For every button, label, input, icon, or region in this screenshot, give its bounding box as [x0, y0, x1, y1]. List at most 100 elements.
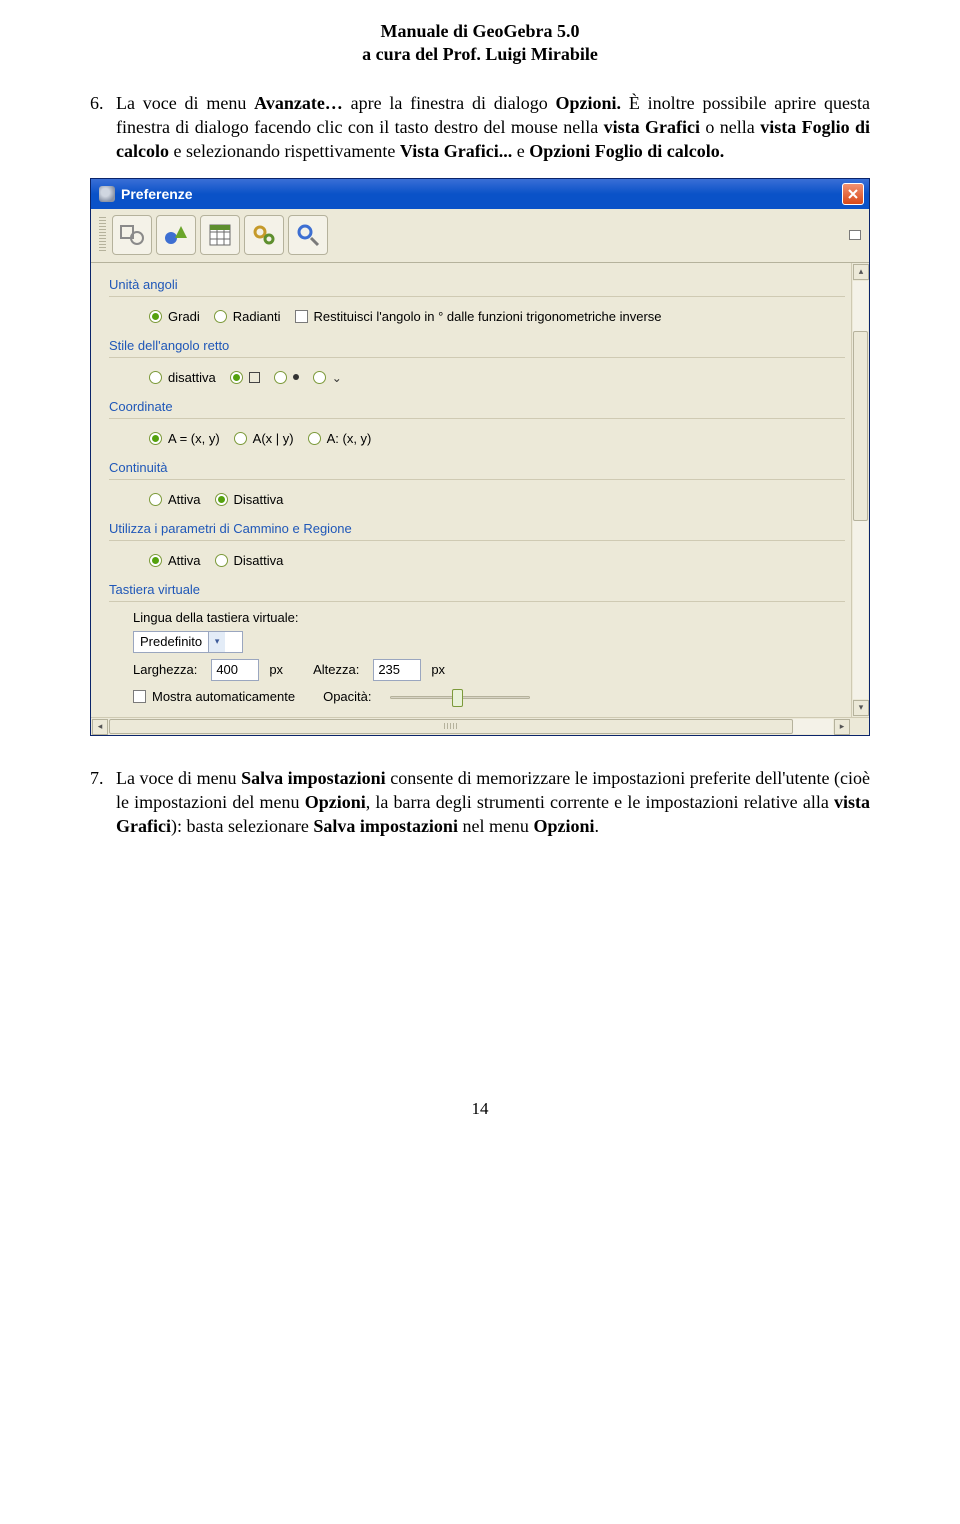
separator: [109, 479, 845, 480]
scroll-right-button[interactable]: ▸: [834, 719, 850, 735]
close-button[interactable]: [842, 183, 864, 205]
toolbar-graphics-button[interactable]: [156, 215, 196, 255]
radio-rightangle-square[interactable]: [230, 371, 260, 384]
unit-px: px: [431, 662, 445, 677]
radio-rightangle-off[interactable]: disattiva: [149, 370, 216, 385]
doc-header: Manuale di GeoGebra 5.0 a cura del Prof.…: [90, 20, 870, 67]
radio-coord-3[interactable]: A: (x, y): [308, 431, 372, 446]
checkbox-return-angle[interactable]: Restituisci l'angolo in ° dalle funzioni…: [295, 309, 662, 324]
radio-label: Attiva: [168, 492, 201, 507]
radio-label: Attiva: [168, 553, 201, 568]
radio-pathregion-on[interactable]: Attiva: [149, 553, 201, 568]
checkbox-icon: [133, 690, 146, 703]
toolbar-handle[interactable]: [99, 217, 106, 253]
section-coordinates: Coordinate: [109, 393, 845, 416]
radio-rightangle-dot[interactable]: [274, 371, 299, 384]
toolbar-objects-button[interactable]: [112, 215, 152, 255]
text: La voce di menu: [116, 768, 241, 788]
section-continuity: Continuità: [109, 454, 845, 477]
horizontal-scrollbar[interactable]: ◂ ▸: [91, 717, 869, 735]
text-bold: Avanzate…: [254, 93, 343, 113]
radio-icon: [149, 371, 162, 384]
section-path-region: Utilizza i parametri di Cammino e Region…: [109, 515, 845, 538]
detach-button[interactable]: [849, 230, 861, 240]
text-bold: Salva impostazioni: [313, 816, 458, 836]
radio-icon: [313, 371, 326, 384]
separator: [109, 540, 845, 541]
toolbar-spreadsheet-button[interactable]: [200, 215, 240, 255]
radio-label: A = (x, y): [168, 431, 220, 446]
content-frame: Unità angoli Gradi Radianti Restituisci …: [91, 263, 869, 735]
radio-coord-1[interactable]: A = (x, y): [149, 431, 220, 446]
titlebar[interactable]: Preferenze: [91, 179, 869, 209]
radio-icon: [215, 493, 228, 506]
radio-label: Disattiva: [234, 553, 284, 568]
separator: [109, 601, 845, 602]
text: , la barra degli strumenti corrente e le…: [366, 792, 834, 812]
checkbox-label: Mostra automaticamente: [152, 689, 295, 704]
vertical-scrollbar[interactable]: ▴ ▾: [851, 263, 869, 717]
radio-rightangle-chev[interactable]: [313, 370, 342, 385]
dot-sample-icon: [293, 374, 299, 380]
select-value: Predefinito: [134, 634, 208, 649]
scroll-left-button[interactable]: ◂: [92, 719, 108, 735]
doc-header-line2: a cura del Prof. Luigi Mirabile: [90, 43, 870, 66]
text-bold: Vista Grafici...: [400, 141, 512, 161]
checkbox-label: Restituisci l'angolo in ° dalle funzioni…: [314, 309, 662, 324]
toolbar-defaults-button[interactable]: [244, 215, 284, 255]
separator: [109, 418, 845, 419]
vkbd-lang-select[interactable]: Predefinito ▾: [133, 631, 243, 653]
radio-label: Disattiva: [234, 492, 284, 507]
separator: [109, 296, 845, 297]
scroll-down-button[interactable]: ▾: [853, 700, 869, 716]
scroll-thumb[interactable]: [109, 719, 793, 734]
window-title: Preferenze: [121, 186, 842, 202]
scroll-track[interactable]: [109, 719, 833, 734]
vkbd-height-input[interactable]: 235: [373, 659, 421, 681]
radio-continuity-on[interactable]: Attiva: [149, 492, 201, 507]
gear-wrench-icon: [295, 222, 321, 248]
radio-radians[interactable]: Radianti: [214, 309, 281, 324]
text: apre la finestra di dialogo: [343, 93, 556, 113]
paragraph-7: 7. La voce di menu Salva impostazioni co…: [90, 766, 870, 839]
square-sample-icon: [249, 372, 260, 383]
text: nel menu: [458, 816, 533, 836]
checkbox-icon: [295, 310, 308, 323]
checkbox-auto-show[interactable]: Mostra automaticamente: [133, 689, 295, 704]
radio-label: A: (x, y): [327, 431, 372, 446]
radio-pathregion-off[interactable]: Disattiva: [215, 553, 284, 568]
slider-thumb[interactable]: [452, 689, 463, 707]
input-value: 235: [378, 662, 400, 677]
section-right-angle: Stile dell'angolo retto: [109, 332, 845, 355]
list-number: 7.: [90, 766, 116, 839]
chevron-sample-icon: [332, 370, 342, 385]
opacity-label: Opacità:: [323, 689, 371, 704]
radio-icon: [234, 432, 247, 445]
text-bold: Opzioni: [533, 816, 594, 836]
radio-coord-2[interactable]: A(x | y): [234, 431, 294, 446]
scroll-thumb[interactable]: [853, 331, 868, 521]
radio-icon: [215, 554, 228, 567]
chevron-down-icon: ▾: [208, 632, 225, 652]
radio-icon: [149, 554, 162, 567]
text: La voce di menu: [116, 93, 254, 113]
vkbd-height-label: Altezza:: [313, 662, 359, 677]
text-bold: Opzioni Foglio di calcolo.: [529, 141, 724, 161]
opacity-slider[interactable]: [390, 687, 530, 707]
scroll-up-button[interactable]: ▴: [853, 264, 869, 280]
text: e selezionando rispettivamente: [169, 141, 400, 161]
close-icon: [848, 189, 858, 199]
toolbar-advanced-button[interactable]: [288, 215, 328, 255]
text-bold: vista Grafici: [604, 117, 700, 137]
radio-icon: [214, 310, 227, 323]
vkbd-width-input[interactable]: 400: [211, 659, 259, 681]
text-bold: Opzioni.: [556, 93, 622, 113]
gears-icon: [251, 222, 277, 248]
vkbd-lang-label: Lingua della tastiera virtuale:: [133, 610, 299, 625]
radio-icon: [274, 371, 287, 384]
radio-continuity-off[interactable]: Disattiva: [215, 492, 284, 507]
text: .: [594, 816, 599, 836]
radio-label: Gradi: [168, 309, 200, 324]
text-bold: Salva impostazioni: [241, 768, 386, 788]
radio-degrees[interactable]: Gradi: [149, 309, 200, 324]
